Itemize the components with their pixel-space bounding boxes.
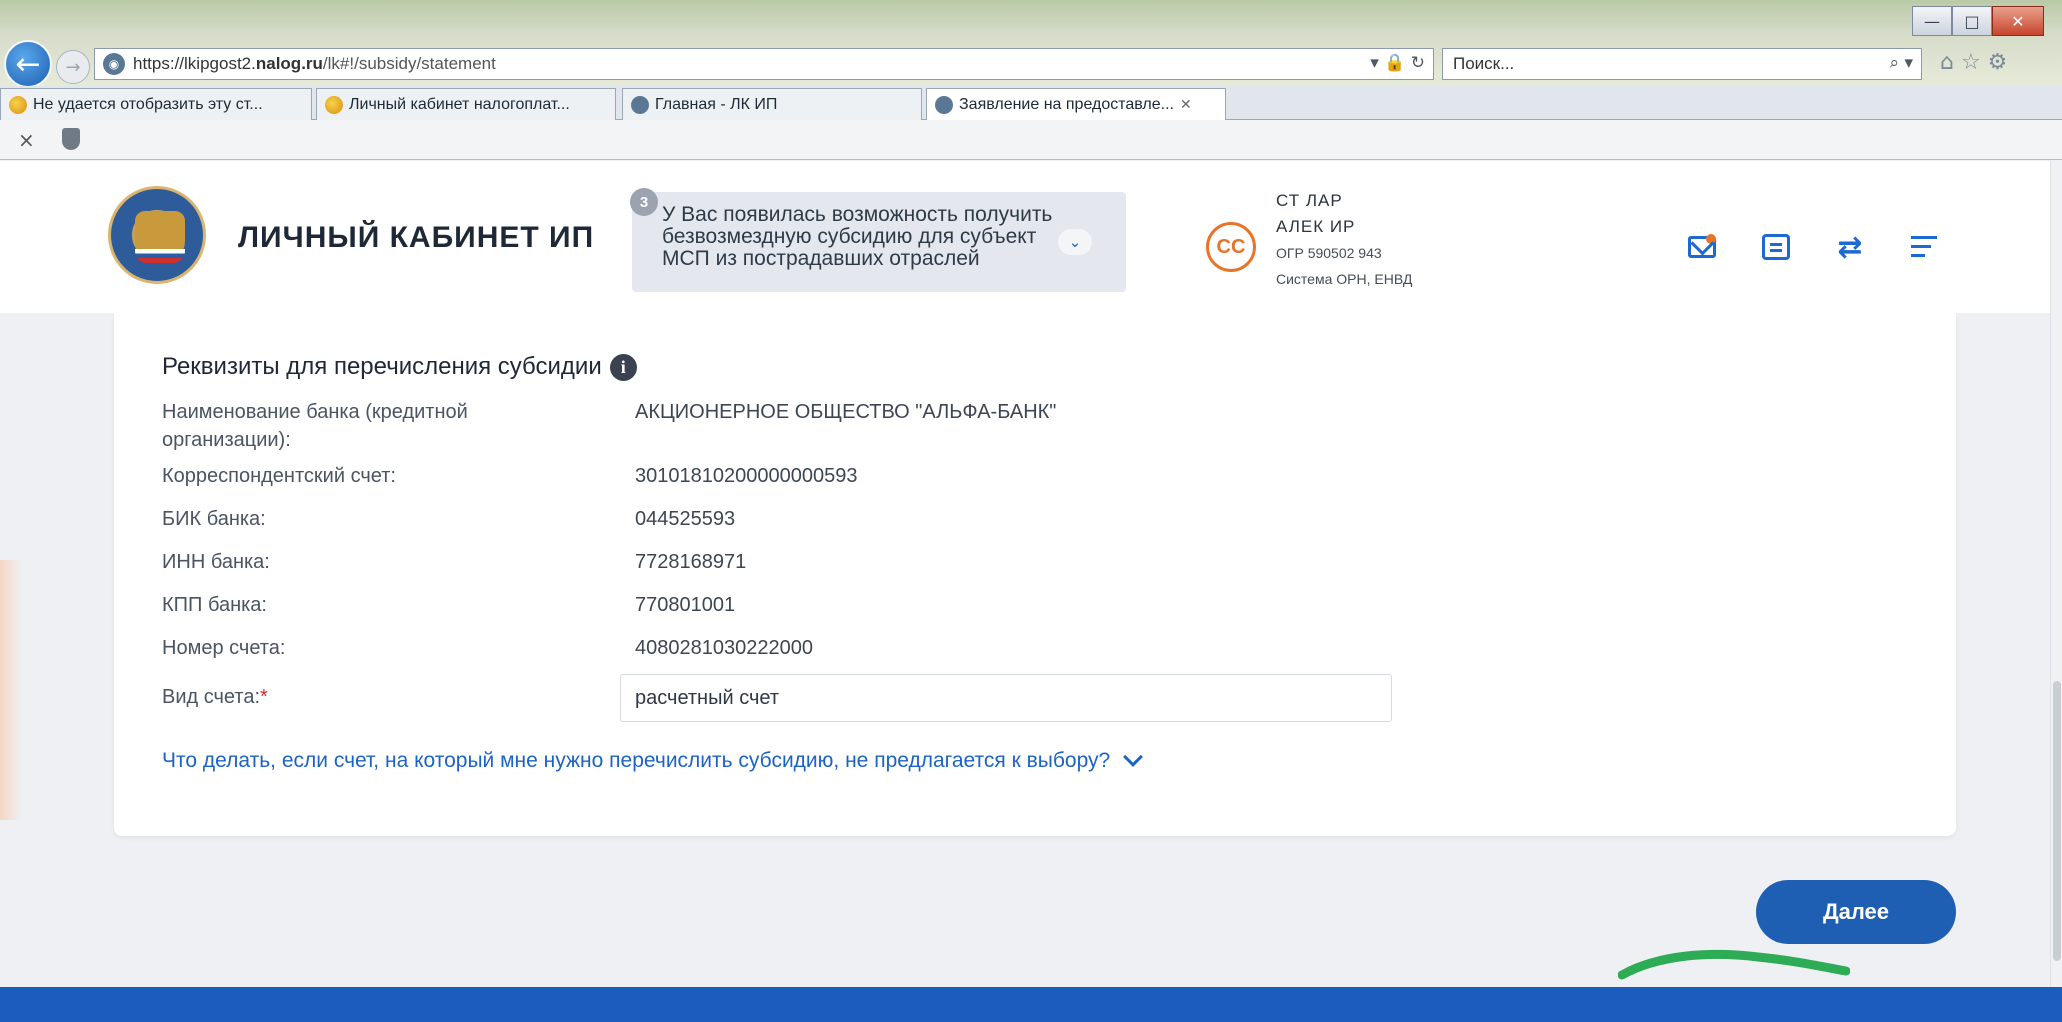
corr-account-label: Корреспондентский счет: [162, 465, 396, 487]
globe-icon [935, 95, 953, 114]
bank-inn-label: ИНН банка: [162, 551, 270, 573]
flag-stripe-icon [135, 249, 185, 263]
account-type-label-text: Вид счета: [162, 686, 261, 708]
close-icon[interactable]: × [18, 128, 35, 152]
site-globe-icon: ◉ [103, 53, 125, 75]
left-edge-decoration [0, 560, 22, 820]
site-header: ЛИЧНЫЙ КАБИНЕТ ИП У Вас появилась возмож… [0, 161, 2062, 313]
tab-strip: Не удается отобразить эту ст... Личный к… [0, 86, 2062, 120]
search-placeholder: Поиск... [1453, 54, 1515, 73]
scrollbar[interactable] [2050, 161, 2062, 987]
corr-account-value: 30101810200000000593 [635, 465, 858, 487]
url-prefix: https:// [133, 54, 185, 73]
page-footer [0, 987, 2062, 1022]
info-icon[interactable]: i [609, 353, 637, 381]
label-line: организации): [162, 429, 291, 451]
user-name: АЛЕК ИР [1276, 217, 1356, 236]
url-path: /lk#!/subsidy/statement [322, 54, 496, 73]
search-icon[interactable]: ⌕ ▾ [1890, 53, 1913, 73]
toolbar-icons[interactable]: ⌂ ☆ ⚙ [1940, 50, 2007, 75]
browser-chrome: — □ ✕ ← → ◉ https://lkipgost2. nalog.ru/l… [0, 0, 2062, 88]
back-button[interactable]: ← [4, 40, 52, 88]
section-title: Реквизиты для перечисления субсидии i [162, 353, 637, 381]
tab-label: Главная - ЛК ИП [655, 95, 778, 113]
user-info[interactable]: СТ ЛАР АЛЕК ИР ОГР 590502 943 Система ОР… [1276, 188, 1656, 292]
address-bar[interactable]: ◉ https://lkipgost2. nalog.ru/lk#!/subsid… [94, 48, 1434, 80]
tab-application[interactable]: Заявление на предоставле... ✕ [926, 88, 1226, 120]
account-faq-link[interactable]: Что делать, если счет, на который мне ну… [162, 747, 1144, 773]
shield-icon[interactable] [62, 128, 80, 150]
bank-name-value: АКЦИОНЕРНОЕ ОБЩЕСТВО "АЛЬФА-БАНК" [635, 401, 1057, 423]
fns-logo[interactable] [108, 186, 206, 284]
globe-icon [631, 95, 649, 114]
bank-name-label: Наименование банка (кредитной организаци… [162, 398, 468, 454]
forward-button[interactable]: → [56, 50, 90, 84]
notice-line: безвозмездную субсидию для субъект [662, 225, 1037, 248]
subsidy-details-card: Реквизиты для перечисления субсидии i На… [114, 313, 1956, 836]
account-number-label: Номер счета: [162, 637, 286, 659]
site-title[interactable]: ЛИЧНЫЙ КАБИНЕТ ИП [238, 221, 594, 255]
subsidy-notice[interactable]: У Вас появилась возможность получить без… [632, 192, 1126, 292]
bik-label: БИК банка: [162, 508, 266, 530]
green-marker-annotation [1618, 949, 1850, 980]
bank-kpp-value: 770801001 [635, 594, 736, 616]
account-number-value: 4080281030222000 [635, 637, 813, 659]
menu-icon[interactable] [1908, 231, 1940, 263]
tab-main-lk-ip[interactable]: Главная - ЛК ИП [622, 88, 922, 120]
account-type-value: расчетный счет [635, 686, 780, 709]
bank-kpp-label: КПП банка: [162, 594, 267, 616]
chevron-down-icon[interactable]: ⌄ [1058, 229, 1092, 255]
close-window-button[interactable]: ✕ [1992, 6, 2044, 36]
address-actions-icons[interactable]: ▾ 🔒 ↻ [1370, 53, 1425, 73]
notice-line: МСП из пострадавших отраслей [662, 247, 980, 270]
search-input[interactable]: Поиск... ⌕ ▾ [1442, 48, 1922, 80]
url-host-start: lkipgost2. [184, 54, 256, 73]
command-bar: × [0, 120, 2062, 160]
url-host-bold: nalog.ru [255, 54, 323, 73]
tab-error-page[interactable]: Не удается отобразить эту ст... [0, 88, 312, 120]
account-type-label: Вид счета:* [162, 683, 268, 711]
user-ogrn: ОГР 590502 943 [1276, 245, 1382, 261]
next-button[interactable]: Далее [1756, 880, 1956, 944]
chat-icon[interactable] [1760, 231, 1792, 263]
swap-glyph: ⇄ [1837, 229, 1863, 265]
mail-icon[interactable] [1686, 231, 1718, 263]
swap-icon[interactable]: ⇄ [1834, 229, 1866, 265]
tab-label: Личный кабинет налогоплат... [349, 95, 570, 113]
tab-taxpayer-cabinet[interactable]: Личный кабинет налогоплат... [316, 88, 616, 120]
user-tax-system: Система ОРН, ЕНВД [1276, 271, 1413, 287]
window-controls: — □ ✕ [1912, 6, 2044, 36]
avatar[interactable]: СС [1206, 222, 1256, 272]
ie-icon [9, 95, 27, 114]
ie-icon [325, 95, 343, 114]
tab-label: Не удается отобразить эту ст... [33, 95, 263, 113]
unread-dot [1706, 234, 1716, 244]
minimize-button[interactable]: — [1912, 6, 1952, 36]
account-type-select[interactable]: расчетный счет [620, 674, 1392, 722]
bik-value: 044525593 [635, 508, 736, 530]
required-marker: * [260, 686, 268, 708]
tab-close-icon[interactable]: ✕ [1180, 97, 1192, 113]
chevron-down-icon [1123, 747, 1144, 767]
section-title-text: Реквизиты для перечисления субсидии [162, 353, 602, 380]
notice-line: У Вас появилась возможность получить [662, 203, 1053, 226]
maximize-button[interactable]: □ [1952, 6, 1992, 36]
tab-label: Заявление на предоставле... [959, 95, 1174, 113]
bank-inn-value: 7728168971 [635, 551, 747, 573]
label-line: Наименование банка (кредитной [162, 401, 468, 423]
scrollbar-thumb[interactable] [2053, 681, 2061, 961]
faq-link-text: Что делать, если счет, на который мне ну… [162, 749, 1111, 772]
user-surname: СТ ЛАР [1276, 191, 1343, 210]
notice-count-badge: 3 [630, 188, 658, 216]
